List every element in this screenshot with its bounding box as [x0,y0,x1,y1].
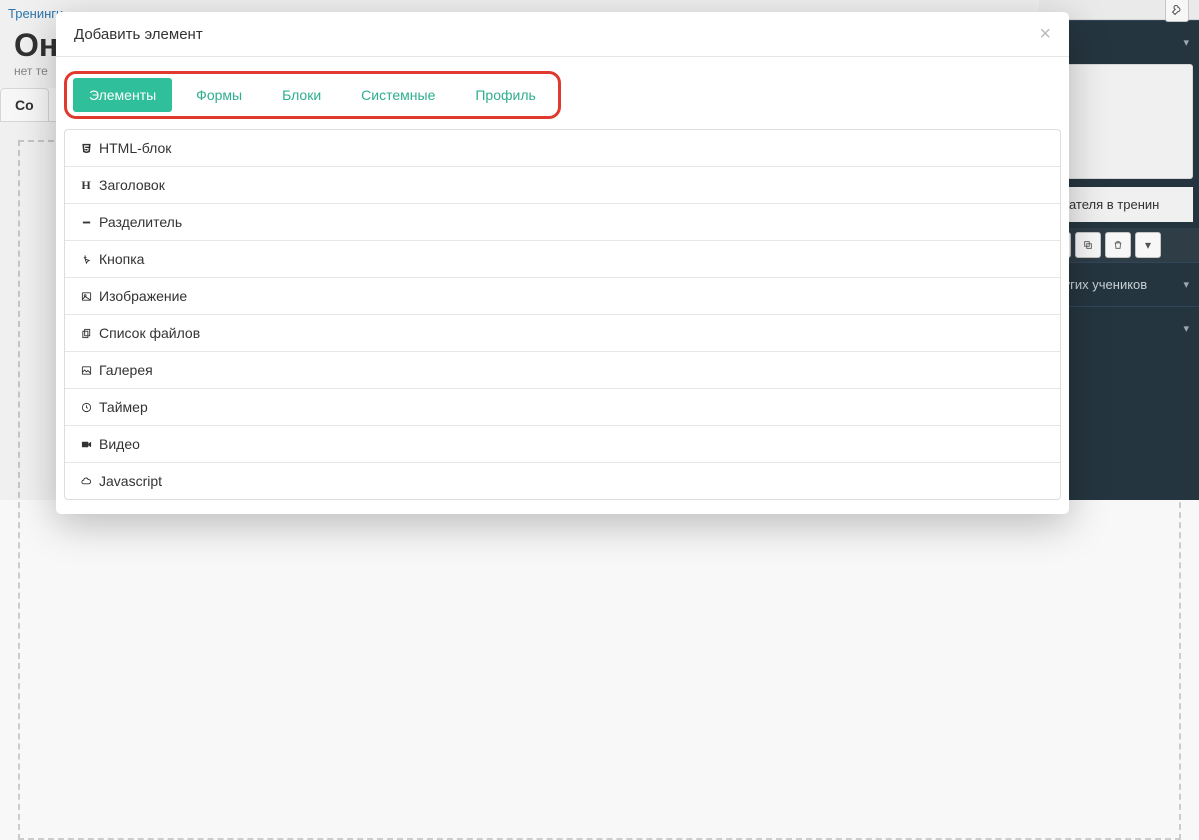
cloud-icon [79,476,93,487]
heading-icon: H [79,178,93,193]
tab-profile[interactable]: Профиль [459,78,551,112]
gallery-icon [79,365,93,376]
element-label: Разделитель [99,214,182,230]
element-video[interactable]: Видео [65,425,1060,462]
element-heading[interactable]: H Заголовок [65,166,1060,203]
element-javascript[interactable]: Javascript [65,462,1060,499]
element-timer[interactable]: Таймер [65,388,1060,425]
element-label: Кнопка [99,251,144,267]
clock-icon [79,402,93,413]
element-label: Заголовок [99,177,165,193]
tab-system[interactable]: Системные [345,78,451,112]
element-html-block[interactable]: HTML-блок [65,130,1060,166]
tabs-highlight: Элементы Формы Блоки Системные Профиль [64,71,561,119]
element-divider[interactable]: Разделитель [65,203,1060,240]
add-element-modal: Добавить элемент × Элементы Формы Блоки … [56,12,1069,514]
element-label: Изображение [99,288,187,304]
tab-blocks[interactable]: Блоки [266,78,337,112]
element-gallery[interactable]: Галерея [65,351,1060,388]
pointer-icon [79,254,93,265]
element-label: Видео [99,436,140,452]
tab-elements[interactable]: Элементы [73,78,172,112]
element-label: Галерея [99,362,153,378]
video-icon [79,439,93,450]
element-label: HTML-блок [99,140,171,156]
element-label: Таймер [99,399,148,415]
files-icon [79,328,93,339]
close-icon[interactable]: × [1039,24,1051,44]
html5-icon [79,143,93,154]
elements-list: HTML-блок H Заголовок Разделитель Кнопка… [64,129,1061,500]
element-button[interactable]: Кнопка [65,240,1060,277]
modal-title: Добавить элемент [74,26,203,43]
element-label: Список файлов [99,325,200,341]
element-file-list[interactable]: Список файлов [65,314,1060,351]
modal-tabs-container: Элементы Формы Блоки Системные Профиль [56,57,1069,129]
tab-forms[interactable]: Формы [180,78,258,112]
modal-header: Добавить элемент × [56,12,1069,56]
minus-icon [79,217,93,228]
element-image[interactable]: Изображение [65,277,1060,314]
element-label: Javascript [99,473,162,489]
image-icon [79,291,93,302]
